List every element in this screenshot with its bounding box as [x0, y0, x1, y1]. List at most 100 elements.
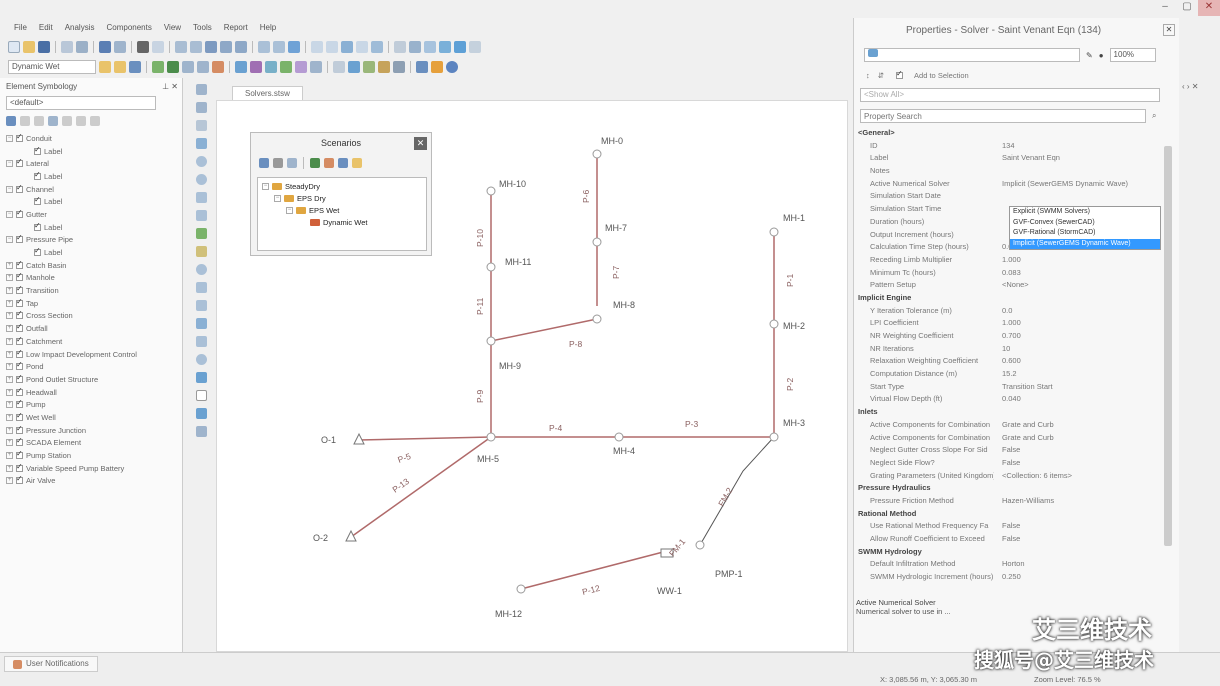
property-row[interactable]: ID 134 — [854, 141, 1179, 154]
symbology-item[interactable]: + Catchment — [6, 335, 182, 348]
symbology-item[interactable]: + Tap — [6, 297, 182, 310]
expand-icon[interactable]: + — [6, 375, 13, 383]
scenario-combo[interactable]: Dynamic Wet — [8, 60, 96, 74]
expand-icon[interactable]: + — [6, 363, 13, 371]
minimize-icon[interactable]: – — [1154, 0, 1176, 16]
visibility-checkbox[interactable] — [16, 233, 23, 244]
menu-analysis[interactable]: Analysis — [59, 20, 101, 36]
visibility-checkbox[interactable] — [16, 259, 23, 269]
expand-icon[interactable]: + — [6, 439, 13, 447]
element-selector[interactable] — [864, 48, 1080, 62]
expand-icon[interactable]: + — [6, 452, 13, 460]
report-icon[interactable] — [338, 158, 348, 168]
symbology-item[interactable]: − Conduit — [6, 132, 182, 145]
symbology-item[interactable]: + SCADA Element — [6, 436, 182, 450]
rename-icon[interactable] — [287, 158, 297, 168]
node-mh12[interactable] — [516, 584, 526, 594]
visibility-checkbox[interactable] — [16, 157, 23, 168]
property-value[interactable]: Saint Venant Eqn — [994, 153, 1144, 166]
visibility-checkbox[interactable] — [16, 322, 23, 333]
property-value[interactable]: False — [994, 458, 1144, 471]
property-value[interactable] — [994, 166, 1144, 179]
line-tool-icon[interactable] — [195, 426, 207, 437]
rss-icon[interactable] — [431, 61, 443, 73]
symbology-item[interactable]: + Pond Outlet Structure — [6, 373, 182, 386]
property-value[interactable]: <None> — [994, 280, 1144, 293]
property-row[interactable]: Grating Parameters (United Kingdom) <Coll… — [854, 471, 1179, 484]
pump-icon[interactable] — [195, 300, 207, 311]
move-up-icon[interactable] — [62, 116, 72, 126]
node-mh3[interactable] — [769, 432, 779, 442]
pipe-p5[interactable] — [358, 436, 492, 441]
expand-icon[interactable]: + — [6, 477, 13, 485]
new-icon[interactable] — [8, 41, 20, 53]
save-icon[interactable] — [38, 41, 50, 53]
node-mh2[interactable] — [769, 319, 779, 329]
forcemain-fm1-fm2[interactable] — [699, 436, 775, 546]
property-value[interactable]: 0.250 — [994, 572, 1144, 585]
expand-icon[interactable]: + — [6, 426, 13, 434]
expand-icon[interactable]: − — [6, 134, 13, 142]
property-value[interactable]: 15.2 — [994, 369, 1144, 382]
visibility-checkbox[interactable] — [34, 170, 41, 180]
menu-report[interactable]: Report — [218, 20, 254, 36]
model-icon[interactable] — [129, 61, 141, 73]
expand-icon[interactable]: − — [6, 210, 13, 218]
table-icon[interactable] — [311, 41, 323, 53]
graph-icon[interactable] — [326, 41, 338, 53]
scenario-icon[interactable] — [454, 41, 466, 53]
visibility-checkbox[interactable] — [16, 284, 23, 295]
refresh-icon[interactable] — [90, 116, 100, 126]
visibility-checkbox[interactable] — [16, 132, 23, 142]
visibility-checkbox[interactable] — [16, 348, 23, 358]
zoom-in-icon[interactable] — [220, 41, 232, 53]
alternatives-icon[interactable] — [197, 61, 209, 73]
layers-icon[interactable] — [371, 41, 383, 53]
document-tab[interactable]: Solvers.stsw — [232, 86, 303, 101]
expand-icon[interactable]: + — [6, 312, 13, 320]
make-current-icon[interactable] — [324, 158, 334, 168]
symbology-combo[interactable]: <default> — [6, 96, 156, 110]
menu-tools[interactable]: Tools — [187, 20, 218, 36]
property-row[interactable]: Pattern Setup <None> — [854, 280, 1179, 293]
property-value[interactable]: False — [994, 445, 1144, 458]
delete-icon[interactable] — [20, 116, 30, 126]
properties-scrollbar[interactable] — [1164, 146, 1172, 546]
compute-icon[interactable] — [310, 158, 320, 168]
pipe-p13[interactable] — [350, 436, 492, 538]
expand-icon[interactable]: + — [6, 325, 13, 333]
dropdown-option[interactable]: GVF-Rational (StormCAD) — [1010, 228, 1160, 239]
print-icon[interactable] — [61, 41, 73, 53]
batch-run-icon[interactable] — [352, 158, 362, 168]
property-value[interactable]: Horton — [994, 559, 1144, 572]
calculation-options-icon[interactable] — [212, 61, 224, 73]
layout-icon[interactable] — [195, 102, 207, 113]
dropdown-option-selected[interactable]: Implicit (SewerGEMS Dynamic Wave) — [1010, 238, 1160, 249]
undo-icon[interactable] — [99, 41, 111, 53]
property-value[interactable]: 0.040 — [994, 394, 1144, 407]
property-row[interactable]: Computation Distance (m) 15.2 — [854, 369, 1179, 382]
visibility-checkbox[interactable] — [16, 360, 23, 371]
outfall-o2-icon[interactable] — [345, 529, 357, 542]
visibility-checkbox[interactable] — [16, 386, 23, 396]
property-row[interactable]: Allow Runoff Coefficient to Exceed False — [854, 534, 1179, 547]
scenario-item[interactable]: − EPS Dry — [258, 192, 426, 204]
visibility-checkbox[interactable] — [16, 335, 23, 345]
symbology-label-item[interactable]: Label — [6, 195, 182, 208]
property-row[interactable]: NR Iterations 10 — [854, 344, 1179, 357]
text-tool-icon[interactable] — [195, 408, 207, 419]
visibility-checkbox[interactable] — [16, 297, 23, 307]
symbology-label-item[interactable]: Label — [6, 221, 182, 234]
property-section[interactable]: Implicit Engine — [854, 293, 1179, 306]
property-row[interactable]: Virtual Flow Depth (ft) 0.040 — [854, 394, 1179, 407]
visibility-checkbox[interactable] — [16, 208, 23, 218]
symbology-item[interactable]: + Air Valve — [6, 474, 182, 488]
edit-icon[interactable] — [48, 116, 58, 126]
pick-icon[interactable]: ✎ — [1086, 51, 1093, 60]
select-arrow-icon[interactable] — [195, 84, 207, 95]
visibility-checkbox[interactable] — [16, 449, 23, 460]
search-tool-icon[interactable] — [310, 61, 322, 73]
show-all-combo[interactable]: <Show All> — [860, 88, 1160, 102]
property-value[interactable]: 134 — [994, 141, 1144, 154]
close-icon[interactable]: ✕ — [1163, 24, 1175, 36]
